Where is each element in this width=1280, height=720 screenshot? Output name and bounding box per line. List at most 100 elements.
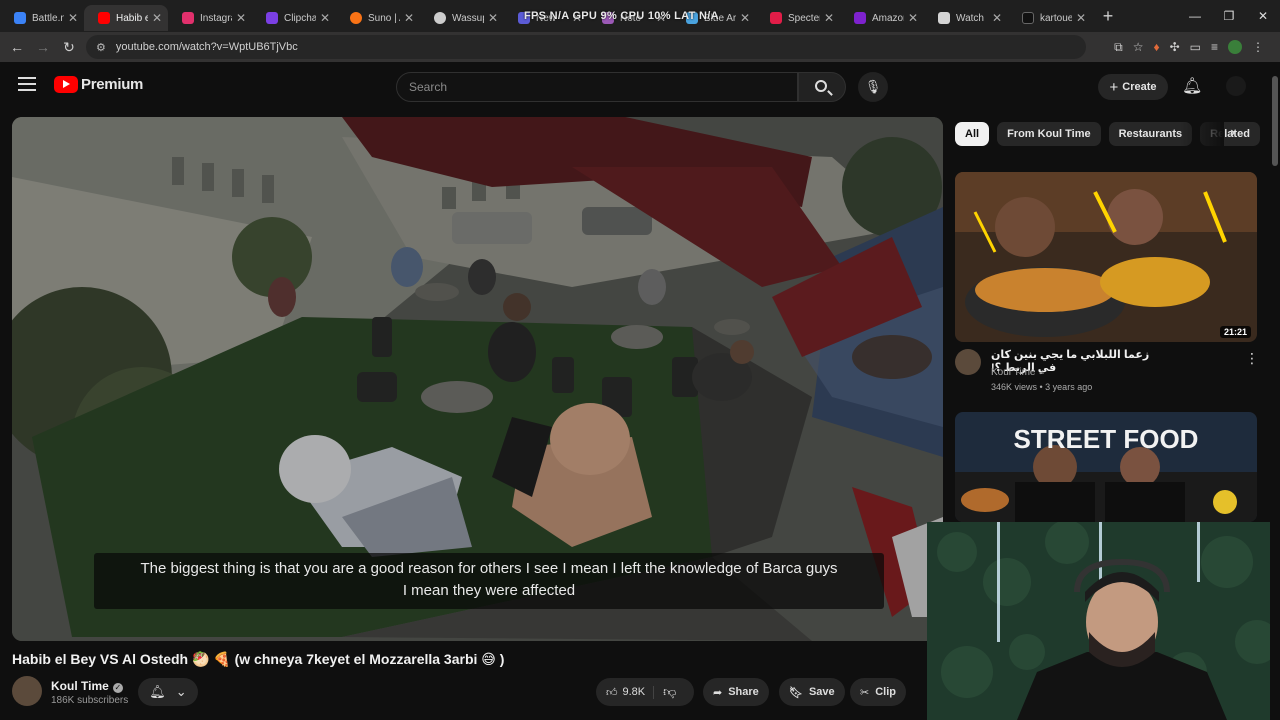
new-tab-button[interactable]: + [1096,4,1120,28]
extension-icons: ⧉ ☆ ♦ ✣ ▭ ≡ ⋮ [1114,32,1264,62]
close-tab-icon[interactable]: ✕ [992,11,1002,25]
recommended-thumbnail[interactable]: STREET FOOD [955,412,1257,522]
site-info-icon[interactable]: ⚙ [96,41,106,54]
thumbs-up-icon: 👍︎ [606,686,618,699]
thumbnail-text: STREET FOOD [1014,424,1199,454]
browser-toolbar: ← → ↻ ⚙ youtube.com/watch?v=WptUB6TjVbc [0,32,1280,62]
minimize-button[interactable]: — [1178,0,1212,32]
chip-from-channel[interactable]: From Koul Time [997,122,1101,146]
browser-tab[interactable]: Suno | AI✕ [336,5,420,31]
close-tab-icon[interactable]: ✕ [68,11,78,25]
tab-favicon-icon [770,12,782,24]
recommended-video-meta: 346K views • 3 years ago [991,382,1093,392]
video-player[interactable]: The biggest thing is that you are a good… [12,117,943,641]
youtube-premium-logo[interactable]: Premium [54,76,143,93]
install-app-icon[interactable]: ⧉ [1114,40,1123,55]
close-window-button[interactable]: ✕ [1246,0,1280,32]
thumbnail-image: STREET FOOD [955,412,1257,522]
share-arrow-icon: ➦ [713,686,723,699]
extensions-puzzle-icon[interactable]: ✣ [1170,40,1180,54]
maximize-button[interactable]: ❐ [1212,0,1246,32]
brave-icon[interactable]: ♦ [1153,40,1159,54]
tiktok-favicon-icon [1022,12,1034,24]
browser-tab[interactable]: Battle.net✕ [0,5,84,31]
address-bar[interactable]: ⚙ youtube.com/watch?v=WptUB6TjVbc [86,35,1086,59]
notifications-bell-icon[interactable]: 🔔︎ [1182,76,1202,96]
profile-avatar[interactable] [1228,40,1242,54]
close-tab-icon[interactable]: ✕ [740,11,750,25]
recommended-thumbnail[interactable]: 21:21 [955,172,1257,342]
forward-arrow-icon[interactable]: → [30,39,56,55]
account-avatar[interactable] [1226,76,1246,96]
clipchamp-favicon-icon [266,12,278,24]
clip-button[interactable]: ✂ Clip [850,678,906,706]
back-arrow-icon[interactable]: ← [4,39,30,55]
closed-captions: The biggest thing is that you are a good… [94,553,884,609]
reload-icon[interactable]: ↻ [56,39,82,56]
close-tab-icon[interactable]: ✕ [824,11,834,25]
search-button[interactable] [798,72,846,102]
like-dislike-group: 👍︎ 9.8K 👎︎ [596,678,694,706]
save-button[interactable]: 🔖︎ Save [779,678,845,706]
browser-tab[interactable]: Watch ✕ [924,5,1008,31]
channel-name[interactable]: Koul Time ✓ [51,679,123,693]
tab-favicon-icon [14,12,26,24]
window-controls: — ❐ ✕ [1178,0,1280,32]
scrollbar-thumb[interactable] [1272,76,1278,166]
browser-tab[interactable]: Clipchamp✕ [252,5,336,31]
more-options-icon[interactable]: ⋮ [1245,350,1259,367]
bookmark-icon: 🔖︎ [789,686,803,699]
tab-favicon-icon [854,12,866,24]
close-tab-icon[interactable]: ✕ [236,11,246,25]
plus-icon: + [1109,78,1119,96]
chevron-down-icon: ⌄ [175,684,187,699]
search-icon [815,80,827,92]
video-duration: 21:21 [1219,326,1251,338]
close-tab-icon[interactable]: ✕ [488,11,498,25]
caption-line-1: The biggest thing is that you are a good… [140,560,838,577]
subscriber-count: 186K subscribers [51,695,129,706]
browser-tab[interactable]: Wassup✕ [420,5,504,31]
thumbs-down-icon: 👎︎ [663,684,677,699]
suno-favicon-icon [350,12,362,24]
browser-menu-icon[interactable]: ⋮ [1252,40,1264,54]
voice-search-mic-icon[interactable]: 🎙 [858,72,888,102]
chip-all[interactable]: All [955,122,990,146]
close-tab-icon[interactable]: ✕ [404,11,414,25]
close-tab-icon[interactable]: ✕ [320,11,330,25]
browser-tab[interactable]: Amazon✕ [840,5,924,31]
video-title: Habib el Bey VS Al Ostedh 🥙 🍕 (w chneya … [12,651,505,667]
recommended-channel-name[interactable]: Koul Time ✓ [991,367,1045,378]
dislike-button[interactable]: 👎︎ [654,684,676,700]
page-scrollbar[interactable] [1270,62,1280,720]
bookmark-star-icon[interactable]: ☆ [1133,40,1144,54]
thumbnail-image [955,172,1257,342]
browser-tab[interactable]: Specter ✕ [756,5,840,31]
url-text: youtube.com/watch?v=WptUB6TjVbc [115,41,298,53]
performance-overlay: FPS N/A GPU 9% CPU 10% LAT N/A [524,10,719,22]
youtube-play-logo-icon [54,76,78,93]
youtube-header: Premium Search 🎙 + Create 🔔︎ [0,62,1270,112]
sidebar-icon[interactable]: ▭ [1190,40,1201,54]
media-control-icon[interactable]: ≡ [1211,40,1218,54]
channel-avatar[interactable] [12,676,42,706]
verified-check-icon: ✓ [1038,368,1045,377]
close-tab-icon[interactable]: ✕ [1076,11,1086,25]
webcam-overlay [927,522,1280,720]
browser-tab[interactable]: Instagram✕ [168,5,252,31]
browser-tab-strip: Battle.net✕ Habib el Bey✕ Instagram✕ Cli… [0,0,1280,32]
share-button[interactable]: ➦ Share [703,678,769,706]
browser-tab-active[interactable]: Habib el Bey✕ [84,5,168,31]
create-button[interactable]: + Create [1098,74,1168,100]
chevron-right-icon[interactable]: › [1230,124,1235,142]
recommended-channel-avatar[interactable] [955,349,981,375]
search-input[interactable]: Search [396,72,798,102]
close-tab-icon[interactable]: ✕ [152,11,162,25]
subscribed-notifications-button[interactable]: 🔔︎ ⌄ [138,678,198,706]
like-button[interactable]: 👍︎ 9.8K [596,685,655,699]
menu-hamburger-icon[interactable] [18,77,36,93]
caption-line-2: I mean they were affected [402,582,576,599]
browser-tab[interactable]: kartoue ✕ [1008,5,1092,31]
close-tab-icon[interactable]: ✕ [908,11,918,25]
bell-icon: 🔔︎ [149,684,166,699]
